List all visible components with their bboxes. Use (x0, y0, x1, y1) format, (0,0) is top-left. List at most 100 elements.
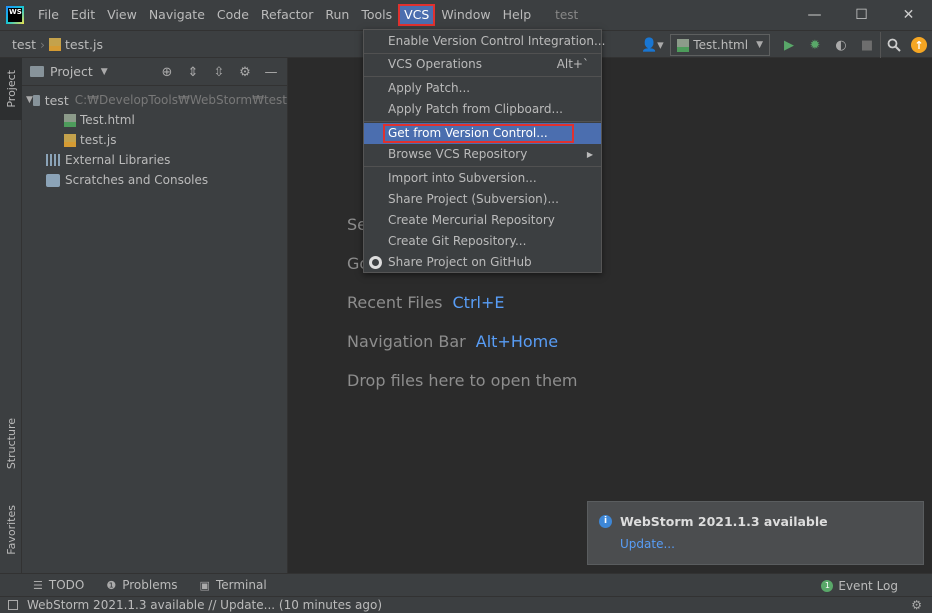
menu-refactor[interactable]: Refactor (255, 4, 319, 26)
event-log-tool-tab[interactable]: 1 Event Log (821, 574, 898, 597)
expand-all-icon[interactable]: ⇕ (183, 62, 203, 82)
hide-icon[interactable]: — (261, 62, 281, 82)
menu-item-apply-patch-clipboard[interactable]: Apply Patch from Clipboard... (364, 99, 601, 120)
folder-icon (32, 94, 40, 106)
menu-window[interactable]: Window (435, 4, 496, 26)
coverage-icon[interactable]: ◐ (828, 32, 854, 58)
left-tool-strip: Project Structure Favorites (0, 58, 22, 573)
project-view-selector[interactable]: Project (50, 64, 93, 79)
project-panel-tools: ⊕ ⇕ ⇳ ⚙ — (157, 58, 281, 86)
stop-icon[interactable]: ■ (854, 32, 880, 58)
menu-item-label: Apply Patch... (388, 81, 471, 95)
menu-item-label: VCS Operations (388, 57, 482, 71)
html-file-icon (677, 38, 690, 52)
menu-item-apply-patch[interactable]: Apply Patch... (364, 78, 601, 99)
menu-file[interactable]: File (32, 4, 65, 26)
tree-row-external-libraries[interactable]: External Libraries (22, 150, 287, 170)
menu-tools[interactable]: Tools (355, 4, 398, 26)
status-message[interactable]: WebStorm 2021.1.3 available // Update...… (27, 598, 382, 612)
menu-item-vcs-operations[interactable]: VCS Operations Alt+` (364, 54, 601, 75)
terminal-tool-tab[interactable]: ▣ Terminal (200, 578, 267, 592)
run-config-label: Test.html (693, 38, 749, 52)
todo-tool-tab-label: TODO (48, 578, 85, 592)
search-icon[interactable] (880, 32, 906, 58)
menu-item-get-from-vcs[interactable]: Get from Version Control... (364, 123, 601, 144)
run-config-select[interactable]: Test.html ▼ (670, 34, 770, 56)
menu-view[interactable]: View (101, 4, 143, 26)
html-file-icon (64, 113, 76, 127)
problems-tool-tab[interactable]: ❶ Problems (106, 578, 177, 592)
minimize-button[interactable]: — (791, 0, 838, 30)
locate-icon[interactable]: ⊕ (157, 62, 177, 82)
user-icon[interactable]: 👤▾ (634, 32, 670, 58)
menu-item-label: Share Project on GitHub (388, 255, 532, 269)
menu-separator (364, 121, 601, 122)
tree-row-file[interactable]: test.js (22, 130, 287, 150)
logo-text: WS (8, 8, 22, 22)
gear-icon[interactable]: ⚙ (235, 62, 255, 82)
update-available-icon[interactable]: ↑ (906, 32, 932, 58)
structure-tool-tab[interactable]: Structure (0, 408, 22, 480)
menu-help[interactable]: Help (497, 4, 538, 26)
menu-item-shortcut: Alt+` (556, 57, 589, 71)
menu-edit[interactable]: Edit (65, 4, 101, 26)
debug-icon[interactable]: ✹ (802, 32, 828, 58)
title-bar: WS File Edit View Navigate Code Refactor… (0, 0, 932, 30)
hint-recent-files: Recent Files Ctrl+E (347, 293, 504, 312)
problems-tool-tab-label: Problems (122, 578, 178, 592)
toggle-tool-windows-icon[interactable] (8, 600, 18, 610)
favorites-tool-tab-label: Favorites (4, 505, 18, 555)
file-name: Test.html (80, 113, 135, 127)
window-controls: — ☐ ✕ (791, 0, 932, 30)
chevron-down-icon[interactable]: ▼ (101, 67, 108, 77)
hint-recent-files-key: Ctrl+E (452, 293, 505, 312)
menu-item-share-subversion[interactable]: Share Project (Subversion)... (364, 189, 601, 210)
hint-drop-files: Drop files here to open them (347, 371, 578, 390)
breadcrumb-separator-icon: › (40, 36, 46, 52)
menu-item-create-mercurial[interactable]: Create Mercurial Repository (364, 210, 601, 231)
inspector-icon[interactable]: ⚙ (911, 598, 922, 612)
root-folder-name: test (44, 92, 69, 108)
terminal-tool-tab-label: Terminal (215, 578, 267, 592)
project-tool-tab[interactable]: Project (0, 58, 22, 120)
menu-item-label: Import into Subversion... (388, 171, 537, 185)
favorites-tool-tab[interactable]: Favorites (0, 494, 22, 566)
collapse-all-icon[interactable]: ⇳ (209, 62, 229, 82)
breadcrumb-file[interactable]: test.js (65, 37, 103, 52)
menu-item-import-subversion[interactable]: Import into Subversion... (364, 168, 601, 189)
tree-row-root[interactable]: ▼ test C:₩DevelopTools₩WebStorm₩test (22, 90, 287, 110)
menu-run[interactable]: Run (319, 4, 355, 26)
tree-row-scratches[interactable]: Scratches and Consoles (22, 170, 287, 190)
js-file-icon (49, 37, 62, 51)
terminal-icon: ▣ (199, 578, 210, 592)
project-panel-header: Project ▼ ⊕ ⇕ ⇳ ⚙ — (22, 58, 287, 86)
maximize-button[interactable]: ☐ (838, 0, 885, 30)
todo-tool-tab[interactable]: ☰ TODO (33, 578, 84, 592)
tree-row-file[interactable]: Test.html (22, 110, 287, 130)
menu-item-label: Apply Patch from Clipboard... (388, 102, 563, 116)
breadcrumb-project[interactable]: test (12, 37, 36, 52)
menu-code[interactable]: Code (211, 4, 255, 26)
menu-item-browse-vcs[interactable]: Browse VCS Repository ▶ (364, 144, 601, 165)
menu-item-label: Browse VCS Repository (388, 147, 528, 161)
hint-navigation-bar-key: Alt+Home (475, 332, 559, 351)
hint-navigation-bar: Navigation Bar Alt+Home (347, 332, 558, 351)
file-name: test.js (80, 133, 117, 147)
menu-navigate[interactable]: Navigate (143, 4, 211, 26)
status-bar: WebStorm 2021.1.3 available // Update...… (0, 596, 932, 613)
window-title: test (555, 8, 579, 22)
list-icon: ☰ (33, 578, 43, 592)
highlight-box (383, 124, 574, 143)
webstorm-logo-icon: WS (6, 6, 24, 24)
run-icon[interactable]: ▶ (776, 32, 802, 58)
close-button[interactable]: ✕ (885, 0, 932, 30)
menu-item-label: Create Mercurial Repository (388, 213, 555, 227)
expand-arrow-icon[interactable]: ▼ (26, 95, 33, 105)
menu-item-create-git[interactable]: Create Git Repository... (364, 231, 601, 252)
update-link[interactable]: Update... (620, 537, 675, 551)
root-folder-path: C:₩DevelopTools₩WebStorm₩test (74, 93, 287, 107)
menu-item-share-github[interactable]: Share Project on GitHub (364, 252, 601, 273)
menu-vcs[interactable]: VCS (398, 4, 436, 26)
menu-item-enable-vci[interactable]: Enable Version Control Integration... (364, 31, 605, 52)
bottom-tool-strip: ☰ TODO ❶ Problems ▣ Terminal 1 Event Log (0, 573, 932, 596)
